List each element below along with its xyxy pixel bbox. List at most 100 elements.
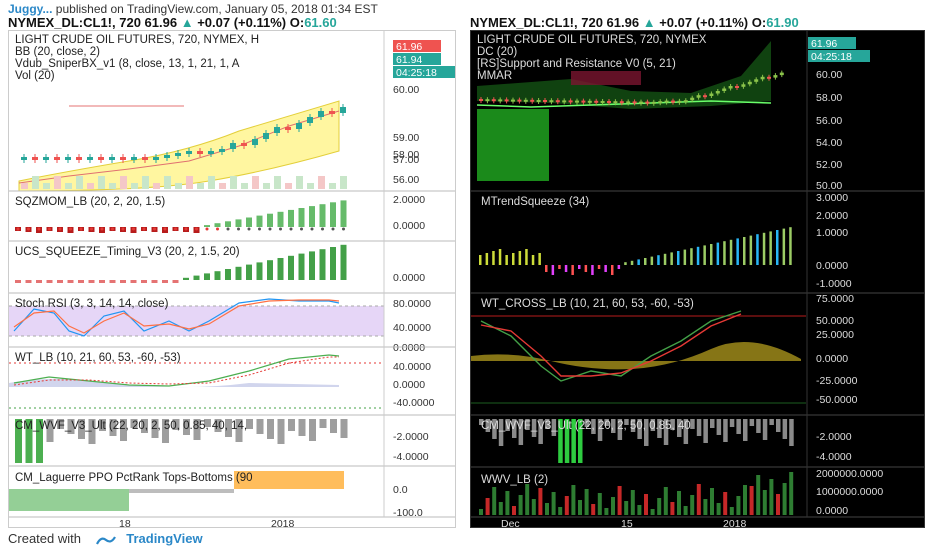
- mts-bar: [518, 251, 522, 265]
- squeeze-dot: [300, 227, 303, 231]
- left-chart[interactable]: LIGHT CRUDE OIL FUTURES, 720, NYMEX, H B…: [8, 30, 456, 528]
- laguerre-pane: CM_Laguerre PPO PctRank Tops-Bottoms (90…: [9, 471, 423, 519]
- wvf-right-bar: [690, 419, 695, 429]
- wwv-bar: [571, 485, 576, 515]
- wwv-bar: [690, 495, 695, 515]
- candle-body: [555, 100, 560, 103]
- resistance-zone: [571, 71, 641, 85]
- right-price-axis-58: 58.00: [816, 92, 842, 104]
- mts-bar: [505, 255, 508, 265]
- ucs-bar: [319, 249, 326, 280]
- mts-bar: [545, 265, 548, 272]
- wwv-bar: [723, 492, 728, 515]
- wtc-axis-neg50: -50.0000: [816, 394, 858, 406]
- ucs-bar: [214, 271, 221, 280]
- squeeze-dot: [205, 227, 209, 231]
- mts-bar: [604, 265, 607, 272]
- support-zone-block: [477, 109, 549, 181]
- stoch-label: Stoch RSI (3, 3, 14, 14, close): [15, 298, 169, 310]
- mts-axis-1: 1.0000: [816, 227, 848, 239]
- mts-bar: [736, 238, 739, 265]
- volume-bar: [131, 183, 138, 189]
- left-chart-canvas[interactable]: LIGHT CRUDE OIL FUTURES, 720, NYMEX, H B…: [9, 31, 456, 528]
- wvf-right-bar: [736, 419, 741, 434]
- candle-body: [186, 151, 192, 154]
- ucs-bar: [141, 280, 147, 283]
- candle-body: [703, 95, 707, 98]
- candle-body: [340, 107, 346, 113]
- wwv-bar: [578, 500, 582, 515]
- left-price-pane[interactable]: LIGHT CRUDE OIL FUTURES, 720, NYMEX, H B…: [15, 34, 456, 192]
- squeeze-dot: [237, 227, 240, 231]
- volume-bar: [32, 176, 39, 189]
- volume-bar: [142, 176, 149, 189]
- tradingview-brand[interactable]: TradingView: [126, 531, 202, 546]
- right-chart-canvas[interactable]: LIGHT CRUDE OIL FUTURES, 720, NYMEX DC (…: [471, 31, 925, 528]
- wwv-bar: [485, 498, 490, 515]
- mts-bar: [782, 228, 786, 265]
- squeeze-dot: [195, 227, 198, 231]
- candle-body: [241, 143, 247, 146]
- left-time-axis-18: 18: [119, 518, 131, 528]
- mts-bar: [710, 244, 713, 265]
- candle-body: [715, 91, 720, 94]
- mts-bar: [769, 231, 772, 265]
- left-price-axis-56: 56.00: [393, 174, 419, 186]
- candle-body: [43, 157, 49, 160]
- mts-bar: [677, 251, 680, 265]
- wvf-right-bar: [776, 419, 781, 432]
- squeeze-dot: [142, 227, 146, 231]
- squeeze-dot: [216, 227, 219, 231]
- candle-body: [65, 157, 71, 160]
- volume-bar: [329, 183, 336, 189]
- candle-body: [587, 100, 592, 103]
- right-chart[interactable]: LIGHT CRUDE OIL FUTURES, 720, NYMEX DC (…: [470, 30, 925, 528]
- author-name[interactable]: Juggy...: [8, 2, 52, 16]
- ucs-bar: [204, 273, 210, 280]
- wwv-bar: [743, 485, 747, 515]
- mts-bar: [624, 262, 627, 265]
- mts-bar: [578, 265, 581, 269]
- right-price-axis-56: 56.00: [816, 115, 842, 127]
- volume-bar: [98, 176, 105, 189]
- laguerre-bottom-fill: [9, 489, 129, 511]
- right-price-pane[interactable]: LIGHT CRUDE OIL FUTURES, 720, NYMEX DC (…: [476, 34, 870, 192]
- candle-body: [498, 99, 503, 102]
- ucs-bar: [193, 275, 200, 280]
- candle-body: [613, 101, 618, 104]
- mts-bar: [498, 249, 502, 265]
- wvf-left-bar: [319, 419, 327, 428]
- wvf-right-bar: [729, 419, 735, 427]
- laguerre-neutral-fill: [129, 489, 234, 493]
- left-symbol[interactable]: NYMEX_DL:CL1!, 720: [8, 15, 141, 30]
- mts-bar: [485, 253, 489, 265]
- candle-body: [677, 100, 682, 103]
- mts-bar: [644, 258, 647, 265]
- mts-bar: [630, 260, 634, 265]
- candle-body: [109, 157, 115, 160]
- wwv-bar: [624, 501, 629, 515]
- candle-body: [773, 75, 778, 78]
- wwv-bar: [696, 484, 701, 515]
- left-price-axis-60: 60.00: [393, 84, 419, 96]
- candle-body: [543, 100, 547, 102]
- candle-body: [504, 99, 509, 102]
- mts-bar: [571, 265, 574, 275]
- volume-bar: [120, 176, 127, 189]
- publish-date: published on TradingView.com, January 05…: [55, 2, 378, 16]
- wwv-bar: [531, 499, 536, 515]
- mts-bar: [637, 259, 640, 265]
- right-symbol[interactable]: NYMEX_DL:CL1!, 720: [470, 15, 603, 30]
- squeeze-dot: [268, 227, 272, 231]
- wwv-bar: [762, 490, 767, 515]
- candle-body: [98, 157, 104, 160]
- wvf-right-bar: [710, 419, 715, 428]
- mts-bar: [558, 265, 561, 269]
- volume-bar: [241, 183, 248, 189]
- wwv-bar: [492, 487, 497, 515]
- right-countdown-tag-text: 04:25:18: [811, 51, 852, 63]
- wvf-right-bar: [769, 419, 774, 425]
- candle-body: [619, 101, 624, 104]
- volume-bar: [87, 183, 94, 189]
- sqzmom-bar: [256, 215, 263, 227]
